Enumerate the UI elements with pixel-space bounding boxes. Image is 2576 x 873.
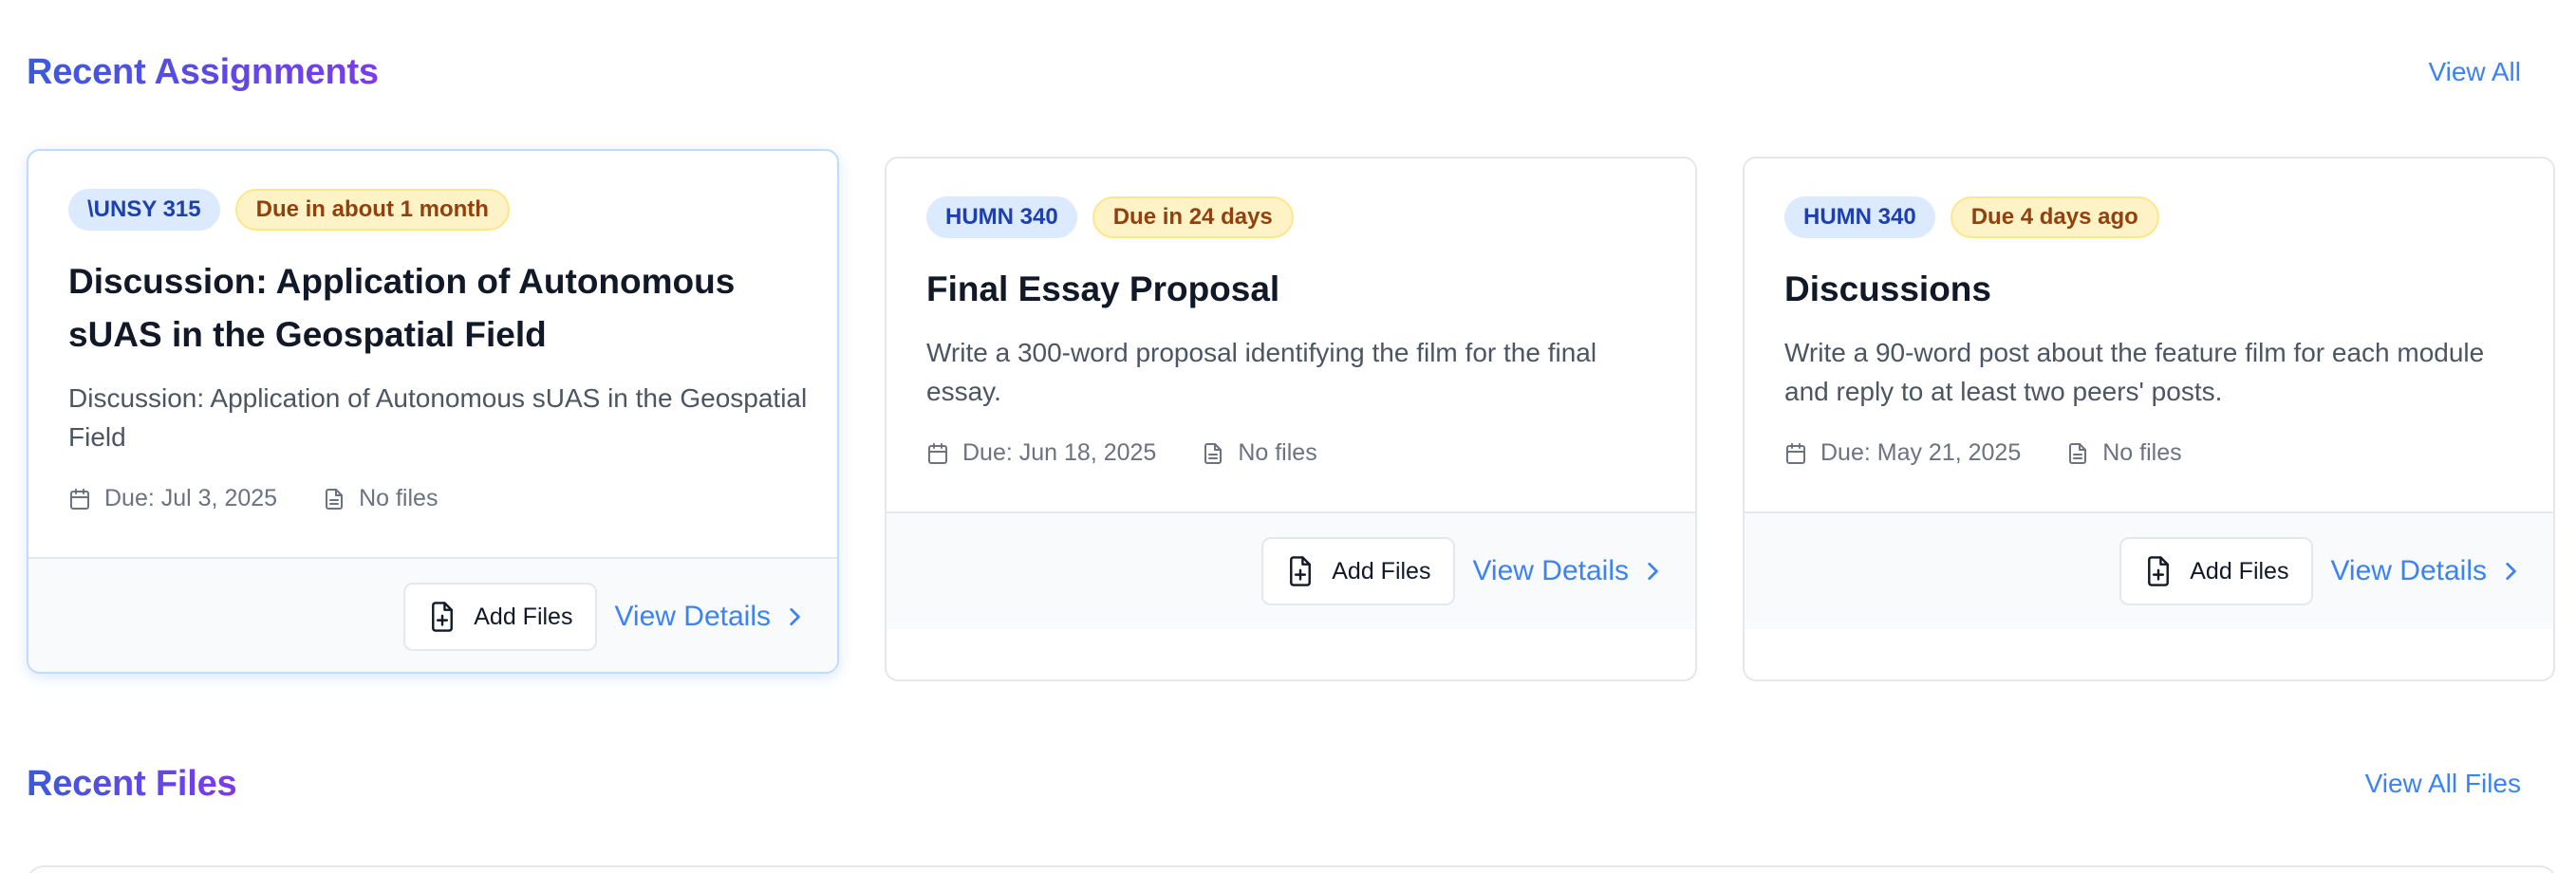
file-plus-icon bbox=[1286, 555, 1315, 587]
add-files-label: Add Files bbox=[474, 603, 573, 630]
view-details-link[interactable]: View Details bbox=[2330, 555, 2519, 587]
file-icon bbox=[1202, 442, 1224, 465]
file-icon bbox=[2066, 442, 2089, 465]
calendar-icon bbox=[926, 442, 949, 465]
due-status-badge: Due in 24 days bbox=[1092, 196, 1294, 238]
due-date-text: Due: Jul 3, 2025 bbox=[104, 485, 278, 511]
assignment-meta: Due: Jul 3, 2025 No files bbox=[68, 485, 797, 512]
add-files-label: Add Files bbox=[2190, 557, 2289, 585]
due-date-text: Due: Jun 18, 2025 bbox=[962, 439, 1157, 466]
file-icon bbox=[323, 488, 345, 511]
view-all-files-link[interactable]: View All Files bbox=[2365, 769, 2521, 799]
recent-files-title: Recent Files bbox=[27, 763, 237, 804]
assignment-meta: Due: Jun 18, 2025 No files bbox=[926, 439, 1655, 467]
card-footer: Add Files View Details bbox=[28, 557, 837, 672]
view-details-link[interactable]: View Details bbox=[1472, 555, 1661, 587]
due-date-text: Due: May 21, 2025 bbox=[1820, 439, 2022, 466]
files-count-text: No files bbox=[2102, 439, 2182, 466]
view-all-assignments-link[interactable]: View All bbox=[2428, 57, 2521, 87]
assignment-card[interactable]: \UNSY 315 Due in about 1 month Discussio… bbox=[27, 149, 839, 674]
dashboard-page: Recent Assignments View All \UNSY 315 Du… bbox=[0, 0, 2576, 873]
card-footer: Add Files View Details bbox=[1745, 511, 2553, 629]
assignment-title: Final Essay Proposal bbox=[926, 269, 1280, 308]
view-details-label: View Details bbox=[2330, 555, 2487, 586]
due-status-badge: Due in about 1 month bbox=[234, 189, 510, 231]
assignment-card[interactable]: HUMN 340 Due 4 days ago Discussions Writ… bbox=[1743, 157, 2555, 681]
view-details-link[interactable]: View Details bbox=[614, 601, 803, 633]
add-files-label: Add Files bbox=[1332, 557, 1431, 585]
add-files-button[interactable]: Add Files bbox=[1261, 537, 1456, 605]
assignment-card[interactable]: HUMN 340 Due in 24 days Final Essay Prop… bbox=[885, 157, 1697, 681]
recent-assignments-header: Recent Assignments View All bbox=[27, 46, 2549, 99]
recent-files-panel bbox=[27, 865, 2557, 873]
files-count-text: No files bbox=[1238, 439, 1317, 466]
due-status-badge: Due 4 days ago bbox=[1950, 196, 2159, 238]
recent-assignments-title: Recent Assignments bbox=[27, 51, 379, 92]
add-files-button[interactable]: Add Files bbox=[403, 583, 598, 651]
course-badge: \UNSY 315 bbox=[68, 189, 220, 231]
view-details-label: View Details bbox=[614, 601, 771, 632]
files-count-text: No files bbox=[359, 485, 439, 511]
assignment-title: Discussion: Application of Autonomous sU… bbox=[68, 262, 736, 354]
calendar-icon bbox=[1784, 442, 1807, 465]
chevron-right-icon bbox=[2502, 561, 2519, 582]
course-badge: HUMN 340 bbox=[926, 196, 1077, 238]
chevron-right-icon bbox=[786, 606, 803, 627]
assignment-description: Write a 90-word post about the feature f… bbox=[1784, 338, 2485, 406]
assignment-description: Discussion: Application of Autonomous sU… bbox=[68, 383, 808, 452]
course-badge: HUMN 340 bbox=[1784, 196, 1935, 238]
assignment-meta: Due: May 21, 2025 No files bbox=[1784, 439, 2513, 467]
assignment-description: Write a 300-word proposal identifying th… bbox=[926, 338, 1597, 406]
chevron-right-icon bbox=[1644, 561, 1661, 582]
card-footer: Add Files View Details bbox=[887, 511, 1695, 629]
file-plus-icon bbox=[2144, 555, 2173, 587]
file-plus-icon bbox=[428, 601, 457, 633]
calendar-icon bbox=[68, 488, 91, 511]
add-files-button[interactable]: Add Files bbox=[2119, 537, 2314, 605]
assignment-title: Discussions bbox=[1784, 269, 1991, 308]
view-details-label: View Details bbox=[1472, 555, 1629, 586]
recent-files-header: Recent Files View All Files bbox=[27, 757, 2549, 810]
